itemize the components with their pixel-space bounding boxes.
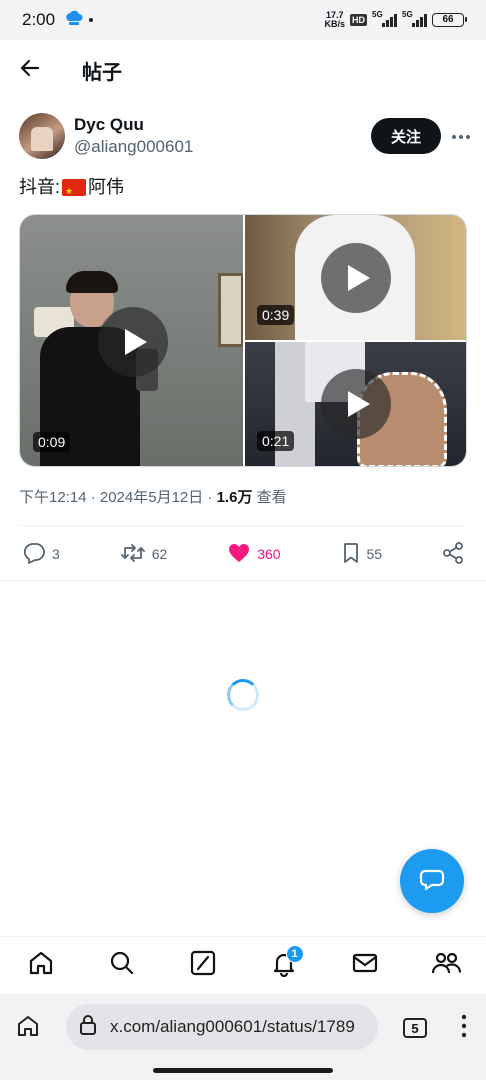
bookmark-button[interactable]: 55 [331, 534, 393, 574]
video-duration: 0:39 [257, 305, 295, 325]
home-icon [16, 1014, 40, 1043]
play-icon[interactable] [321, 243, 391, 313]
reply-button[interactable]: 3 [12, 534, 70, 574]
post-author: Dyc Quu @aliang000601 关注 [19, 112, 470, 160]
author-handle[interactable]: @aliang000601 [74, 136, 193, 158]
lock-icon [78, 1014, 98, 1041]
like-button[interactable]: 360 [217, 534, 290, 574]
heart-filled-icon [227, 542, 251, 567]
cloud-notification-icon [65, 10, 83, 31]
tabs-button[interactable]: 5 [403, 1018, 427, 1038]
home-indicator [153, 1068, 333, 1073]
avatar[interactable] [19, 113, 65, 159]
status-bar: 2:00 17.7 KB/s HD 5G 5G 66 [0, 0, 486, 40]
repost-button[interactable]: 62 [110, 534, 178, 574]
top-bar: 帖子 [0, 40, 486, 100]
network-speed: 17.7 KB/s [324, 10, 345, 29]
play-icon[interactable] [98, 307, 168, 377]
compose-message-button[interactable] [400, 849, 464, 913]
tab-grok[interactable] [173, 937, 233, 995]
video-1[interactable]: 0:09 [20, 215, 243, 466]
share-button[interactable] [432, 534, 474, 574]
grok-icon [189, 949, 217, 982]
address-bar[interactable]: x.com/aliang000601/status/1789 [66, 1004, 378, 1050]
bottom-tab-bar: 1 [0, 936, 486, 994]
media-grid: 0:09 0:39 0:21 [19, 214, 467, 467]
signal-icon-sim1: 5G [372, 10, 397, 27]
more-horizontal-icon [451, 127, 471, 145]
tab-messages[interactable] [335, 937, 395, 995]
tab-home[interactable] [11, 937, 71, 995]
post-text: 抖音: 阿伟 [19, 174, 124, 204]
arrow-left-icon [19, 57, 41, 84]
loading-spinner [227, 679, 259, 711]
play-icon[interactable] [321, 369, 391, 439]
search-icon [108, 949, 136, 982]
china-flag-icon [62, 178, 87, 204]
page-title: 帖子 [82, 61, 122, 84]
share-icon [442, 541, 464, 567]
author-display-name[interactable]: Dyc Quu [74, 114, 193, 136]
divider [19, 525, 467, 526]
more-options-button[interactable] [441, 118, 481, 154]
divider [0, 580, 486, 581]
video-2[interactable]: 0:39 [245, 215, 466, 340]
follow-button[interactable]: 关注 [371, 118, 441, 154]
status-dot [89, 18, 94, 22]
tab-notifications[interactable]: 1 [254, 937, 314, 995]
mail-icon [351, 949, 379, 982]
signal-icon-sim2: 5G [402, 10, 427, 27]
video-duration: 0:21 [257, 431, 295, 451]
more-vertical-icon [461, 1014, 467, 1043]
post-timestamp[interactable]: 下午12:14 · 2024年5月12日 · [19, 489, 217, 506]
post-meta: 下午12:14 · 2024年5月12日 · 1.6万 查看 [19, 489, 287, 506]
url-text: x.com/aliang000601/status/1789 [110, 1017, 355, 1036]
post-actions: 3 62 360 55 [12, 534, 474, 574]
back-button[interactable] [0, 40, 60, 100]
video-3[interactable]: 0:21 [245, 342, 466, 466]
people-icon [431, 949, 461, 982]
video-duration: 0:09 [33, 432, 71, 452]
repost-icon [120, 542, 146, 567]
notification-badge: 1 [285, 944, 304, 963]
bookmark-icon [341, 542, 361, 567]
tab-search[interactable] [92, 937, 152, 995]
battery-icon: 66 [432, 13, 467, 27]
view-count: 1.6万 [216, 489, 253, 506]
browser-home-button[interactable] [10, 1010, 46, 1046]
home-icon [27, 949, 55, 982]
reply-icon [22, 542, 46, 567]
browser-menu-button[interactable] [452, 1012, 476, 1044]
chat-bubble-icon [419, 867, 445, 896]
tab-communities[interactable] [416, 937, 476, 995]
hd-badge: HD [350, 14, 367, 26]
status-time: 2:00 [22, 10, 56, 29]
